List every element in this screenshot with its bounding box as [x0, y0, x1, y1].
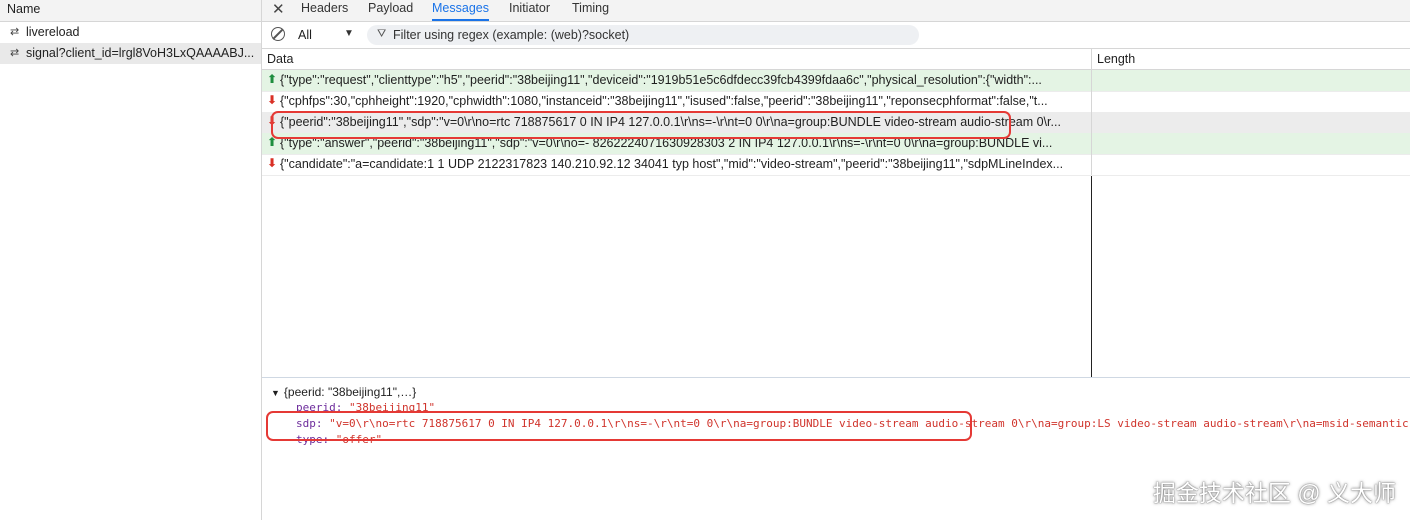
property-key: type — [296, 433, 323, 446]
message-row[interactable]: ⬇ {"candidate":"a=candidate:1 1 UDP 2122… — [262, 154, 1410, 176]
received-arrow-icon: ⬇ — [267, 114, 278, 128]
close-icon[interactable]: ✕ — [272, 0, 285, 18]
message-length — [1091, 70, 1410, 91]
filter-placeholder: Filter using regex (example: (web)?socke… — [393, 28, 630, 42]
property-key: peerid — [296, 401, 336, 414]
message-length — [1091, 91, 1410, 112]
message-row[interactable]: ⬆ {"type":"request","clienttype":"h5","p… — [262, 70, 1410, 92]
data-column-header[interactable]: Data — [262, 49, 1091, 70]
property-type: type: "offer" — [296, 433, 383, 446]
tab-initiator[interactable]: Initiator — [509, 0, 550, 21]
message-length — [1091, 133, 1410, 154]
sent-arrow-icon: ⬆ — [267, 72, 278, 86]
messages-table: Data Length ⬆ {"type":"request","clientt… — [262, 49, 1410, 378]
detail-tabs-bar: ✕ Headers Payload Messages Initiator Tim… — [262, 0, 1410, 22]
object-summary-text: {peerid: "38beijing11",…} — [283, 385, 417, 399]
tab-payload[interactable]: Payload — [368, 0, 413, 21]
message-data: {"type":"request","clienttype":"h5","pee… — [280, 73, 1042, 87]
request-name: livereload — [26, 25, 80, 39]
length-column-header[interactable]: Length — [1091, 49, 1410, 70]
property-value: "offer" — [335, 433, 383, 446]
received-arrow-icon: ⬇ — [267, 156, 278, 170]
message-type-value: All — [298, 28, 312, 42]
requests-panel: Name ⇄ livereload ⇄ signal?client_id=lrg… — [0, 0, 262, 520]
tab-headers[interactable]: Headers — [301, 0, 348, 21]
name-column-header[interactable]: Name — [0, 0, 261, 22]
websocket-icon: ⇄ — [10, 26, 20, 38]
name-column-label: Name — [7, 2, 41, 16]
chevron-down-icon: ▼ — [344, 28, 354, 39]
request-row-signal[interactable]: ⇄ signal?client_id=lrgl8VoH3LxQAAAABJ... — [0, 43, 261, 64]
watermark: 掘金技术社区 @ 义大师 — [1152, 480, 1396, 506]
property-peerid: peerid: "38beijing11" — [296, 401, 436, 414]
tab-timing[interactable]: Timing — [572, 0, 609, 21]
message-data: {"type":"answer","peerid":"38beijing11",… — [280, 136, 1053, 150]
tab-messages[interactable]: Messages — [432, 0, 489, 21]
message-row[interactable]: ⬇ {"cphfps":30,"cphheight":1920,"cphwidt… — [262, 91, 1410, 113]
message-data: {"peerid":"38beijing11","sdp":"v=0\r\no=… — [280, 115, 1061, 129]
message-row-selected[interactable]: ⬇ {"peerid":"38beijing11","sdp":"v=0\r\n… — [262, 112, 1410, 134]
property-value: "v=0\r\no=rtc 718875617 0 IN IP4 127.0.0… — [329, 417, 1409, 430]
request-row-livereload[interactable]: ⇄ livereload — [0, 22, 261, 43]
object-summary[interactable]: ▼ {peerid: "38beijing11",…} — [271, 385, 416, 399]
message-data: {"candidate":"a=candidate:1 1 UDP 212231… — [280, 157, 1064, 171]
message-type-select[interactable]: All ▼ — [292, 27, 358, 43]
filter-input[interactable]: ⛛ Filter using regex (example: (web)?soc… — [367, 25, 919, 45]
message-length — [1091, 112, 1410, 133]
expand-triangle-icon[interactable]: ▼ — [271, 388, 280, 398]
message-row[interactable]: ⬆ {"type":"answer","peerid":"38beijing11… — [262, 133, 1410, 155]
property-value: "38beijing11" — [349, 401, 436, 414]
property-sdp: sdp: "v=0\r\no=rtc 718875617 0 IN IP4 12… — [296, 417, 1409, 430]
filter-icon: ⛛ — [377, 28, 387, 40]
message-data: {"cphfps":30,"cphheight":1920,"cphwidth"… — [280, 94, 1048, 108]
property-key: sdp — [296, 417, 316, 430]
clear-messages-icon[interactable] — [271, 27, 285, 41]
data-column-label: Data — [267, 52, 294, 66]
message-length — [1091, 154, 1410, 175]
websocket-icon: ⇄ — [10, 47, 20, 59]
received-arrow-icon: ⬇ — [267, 93, 278, 107]
length-column-label: Length — [1097, 52, 1136, 66]
sent-arrow-icon: ⬆ — [267, 135, 278, 149]
request-name: signal?client_id=lrgl8VoH3LxQAAAABJ... — [26, 46, 255, 60]
messages-filter-bar: All ▼ ⛛ Filter using regex (example: (we… — [262, 22, 1410, 49]
